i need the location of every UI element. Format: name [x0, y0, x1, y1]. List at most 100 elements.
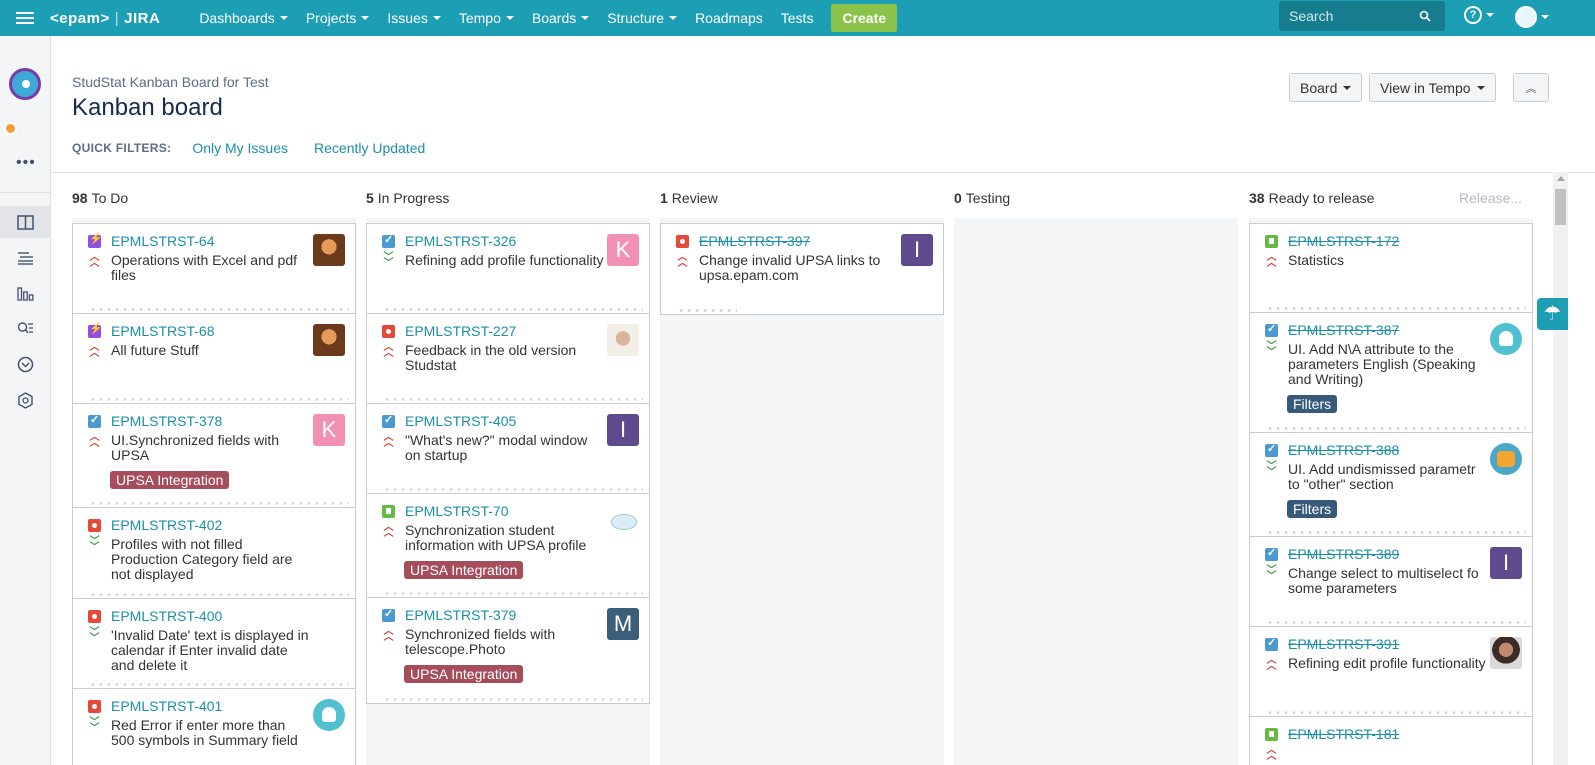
filter-only-my-issues[interactable]: Only My Issues	[192, 140, 288, 156]
page-scrollbar[interactable]	[1553, 172, 1568, 765]
issue-card[interactable]: EPMLSTRST-68 ︿︿ All future Stuff	[72, 314, 356, 404]
menu-icon[interactable]	[0, 0, 50, 36]
search-input[interactable]	[1289, 8, 1419, 24]
issue-card[interactable]: EPMLSTRST-405 ︿︿ "What's new?" modal windo…	[366, 404, 650, 494]
assignee-avatar[interactable]	[607, 504, 639, 536]
issue-key[interactable]: EPMLSTRST-388	[1288, 442, 1399, 458]
assignee-avatar[interactable]: K	[313, 414, 345, 446]
assignee-avatar[interactable]: I	[1490, 547, 1522, 579]
nav-roadmaps[interactable]: Roadmaps	[686, 0, 772, 36]
releases-icon[interactable]	[16, 355, 34, 373]
nav-boards[interactable]: Boards	[523, 0, 598, 36]
assignee-avatar[interactable]: M	[607, 608, 639, 640]
collapse-header-button[interactable]: ︽	[1513, 73, 1549, 102]
issue-card[interactable]: EPMLSTRST-388 ﹀﹀ UI. Add undismissed param…	[1249, 433, 1533, 537]
issue-card[interactable]: EPMLSTRST-402 ﹀ ﹀ Profiles with not filled …	[72, 508, 356, 599]
nav-dashboards[interactable]: Dashboards	[190, 0, 297, 36]
assignee-avatar[interactable]	[313, 324, 345, 356]
issue-key[interactable]: EPMLSTRST-227	[405, 323, 516, 339]
issue-key[interactable]: EPMLSTRST-64	[111, 233, 214, 249]
issue-card[interactable]: EPMLSTRST-64 ︿︿ Operations with Excel and …	[72, 223, 356, 314]
project-name[interactable]: StudStat Kanban Board for Test	[72, 74, 269, 90]
search-box[interactable]	[1279, 1, 1445, 31]
card-days-indicator	[383, 398, 643, 401]
nav-structure[interactable]: Structure	[598, 0, 686, 36]
issue-key[interactable]: EPMLSTRST-391	[1288, 636, 1399, 652]
scrollbar-thumb[interactable]	[1555, 189, 1566, 225]
issue-key[interactable]: EPMLSTRST-400	[111, 608, 222, 624]
profile-menu[interactable]	[1515, 6, 1549, 28]
epam-jira-logo[interactable]: <epam> | JIRA	[50, 10, 160, 27]
assignee-avatar[interactable]	[1490, 637, 1522, 669]
issue-key[interactable]: EPMLSTRST-397	[699, 233, 810, 249]
issue-key[interactable]: EPMLSTRST-70	[405, 503, 508, 519]
release-link[interactable]: Release...	[1459, 190, 1522, 206]
create-button[interactable]: Create	[831, 4, 898, 32]
issue-key[interactable]: EPMLSTRST-402	[111, 517, 222, 533]
tempo-button-label: View in Tempo	[1380, 79, 1471, 96]
expand-sidebar-icon[interactable]: »	[18, 760, 26, 765]
filter-recently-updated[interactable]: Recently Updated	[314, 140, 425, 156]
assignee-avatar[interactable]: K	[607, 234, 639, 266]
nav-tempo[interactable]: Tempo	[450, 0, 523, 36]
issue-key[interactable]: EPMLSTRST-378	[111, 413, 222, 429]
issue-key[interactable]: EPMLSTRST-172	[1288, 233, 1399, 249]
assignee-avatar[interactable]: I	[901, 234, 933, 266]
column-name: Ready to release	[1268, 190, 1375, 206]
assignee-avatar[interactable]	[1490, 443, 1522, 475]
issue-card[interactable]: EPMLSTRST-326 ﹀﹀ Refining add profile func…	[366, 223, 650, 314]
issue-key[interactable]: EPMLSTRST-68	[111, 323, 214, 339]
issue-card[interactable]: EPMLSTRST-378 ︿︿ UI.Synchronized fields wi…	[72, 404, 356, 508]
issue-card[interactable]: EPMLSTRST-389 ﹀﹀ Change select to multisel…	[1249, 537, 1533, 627]
view-in-tempo-button[interactable]: View in Tempo	[1369, 73, 1496, 102]
issue-key[interactable]: EPMLSTRST-379	[405, 607, 516, 623]
nav-tests[interactable]: Tests	[772, 0, 823, 36]
backlog-icon[interactable]	[16, 248, 34, 266]
epic-label[interactable]: UPSA Integration	[404, 665, 524, 683]
reports-icon[interactable]	[16, 284, 34, 302]
issue-card[interactable]: EPMLSTRST-227 ︿ ︿ Feedback in the old versi…	[366, 314, 650, 404]
scroll-up-icon[interactable]	[1557, 176, 1565, 181]
issue-card[interactable]: EPMLSTRST-397 ︿ ︿ Change invalid UPSA links…	[660, 223, 944, 315]
epic-label[interactable]: UPSA Integration	[404, 561, 524, 579]
help-menu[interactable]: ?	[1464, 6, 1494, 24]
board-button-label: Board	[1300, 79, 1338, 96]
board-icon[interactable]	[16, 213, 34, 231]
project-avatar[interactable]	[9, 68, 41, 100]
assignee-avatar[interactable]	[607, 324, 639, 356]
issue-key[interactable]: EPMLSTRST-387	[1288, 322, 1399, 338]
issue-card[interactable]: EPMLSTRST-379 ︿︿ Synchronized fields with …	[366, 598, 650, 704]
nav-issues[interactable]: Issues	[378, 0, 449, 36]
issue-summary: Operations with Excel and pdf files	[111, 252, 297, 283]
assignee-avatar[interactable]	[313, 699, 345, 731]
issue-card[interactable]: EPMLSTRST-400 ﹀ ﹀ 'Invalid Date' text is di…	[72, 599, 356, 689]
components-icon[interactable]	[16, 391, 34, 409]
column-header-ready-to-release: 38 Ready to release	[1249, 190, 1374, 206]
card-days-indicator	[383, 308, 643, 311]
more-icon[interactable]: •••	[16, 154, 36, 172]
chevron-down-icon	[279, 16, 288, 20]
epic-label[interactable]: Filters	[1287, 395, 1338, 413]
issue-card[interactable]: EPMLSTRST-70 ︿ ︿ Synchronization student in…	[366, 494, 650, 598]
assignee-avatar[interactable]	[1490, 323, 1522, 355]
assignee-avatar[interactable]	[313, 234, 345, 266]
issue-key[interactable]: EPMLSTRST-389	[1288, 546, 1399, 562]
issue-key[interactable]: EPMLSTRST-326	[405, 233, 516, 249]
epic-label[interactable]: UPSA Integration	[110, 471, 230, 489]
issue-card[interactable]: EPMLSTRST-391 ︿︿ Refining edit profile fun…	[1249, 627, 1533, 717]
issues-search-icon[interactable]	[16, 320, 34, 338]
logo-product: JIRA	[124, 9, 161, 27]
issue-key[interactable]: EPMLSTRST-181	[1288, 726, 1399, 742]
issue-card[interactable]: EPMLSTRST-172 ︿ ︿ Statistics	[1249, 223, 1533, 313]
assignee-avatar[interactable]: I	[607, 414, 639, 446]
umbrella-icon[interactable]: ☂	[1537, 298, 1568, 330]
epic-label[interactable]: Filters	[1287, 500, 1338, 518]
issue-card[interactable]: EPMLSTRST-387 ﹀﹀ UI. Add N\A attribute to …	[1249, 313, 1533, 433]
issue-card[interactable]: EPMLSTRST-181 ︿ ︿	[1249, 717, 1533, 765]
logo-separator: |	[114, 9, 120, 27]
board-button[interactable]: Board	[1289, 73, 1363, 102]
nav-projects[interactable]: Projects	[297, 0, 379, 36]
issue-key[interactable]: EPMLSTRST-401	[111, 698, 222, 714]
issue-card[interactable]: EPMLSTRST-401 ﹀ ﹀ Red Error if enter more t…	[72, 689, 356, 765]
issue-key[interactable]: EPMLSTRST-405	[405, 413, 516, 429]
